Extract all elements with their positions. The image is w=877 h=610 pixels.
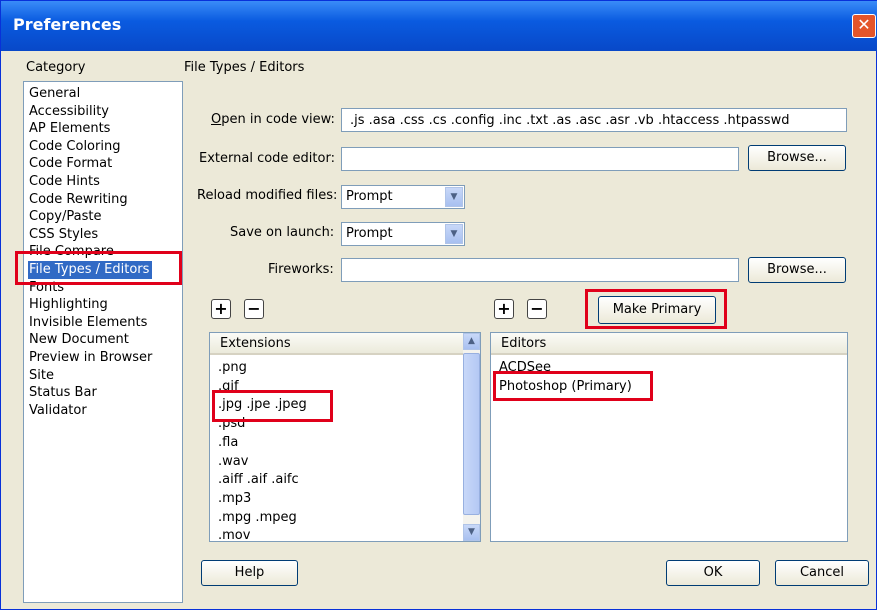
category-item[interactable]: AP Elements bbox=[28, 120, 152, 138]
open-in-code-view-input[interactable]: .js .asa .css .cs .config .inc .txt .as … bbox=[341, 108, 847, 132]
category-item[interactable]: Preview in Browser bbox=[28, 349, 152, 367]
save-select-value: Prompt bbox=[346, 226, 393, 241]
preferences-dialog: Preferences ✕ Category General Accessibil… bbox=[0, 0, 877, 610]
category-item[interactable]: Code Coloring bbox=[28, 138, 152, 156]
help-button[interactable]: Help bbox=[201, 560, 298, 586]
category-list[interactable]: General Accessibility AP Elements Code Colo… bbox=[23, 81, 183, 603]
extension-item[interactable]: .mov bbox=[218, 527, 250, 541]
category-item[interactable]: Fonts bbox=[28, 279, 152, 297]
extensions-scrollbar[interactable]: ▲ ▼ bbox=[463, 333, 480, 541]
category-item[interactable]: Code Format bbox=[28, 155, 152, 173]
external-editor-label: External code editor: bbox=[199, 151, 335, 166]
scroll-up-icon[interactable]: ▲ bbox=[463, 333, 480, 350]
ok-button[interactable]: OK bbox=[666, 560, 760, 586]
category-item[interactable]: Highlighting bbox=[28, 296, 152, 314]
category-item[interactable]: Status Bar bbox=[28, 384, 152, 402]
editor-item[interactable]: Photoshop (Primary) bbox=[499, 378, 632, 396]
category-items: General Accessibility AP Elements Code Colo… bbox=[28, 85, 153, 420]
scroll-down-icon[interactable]: ▼ bbox=[463, 524, 480, 541]
editors-header: Editors bbox=[491, 333, 847, 355]
category-item[interactable]: Code Rewriting bbox=[28, 191, 152, 209]
remove-editor-button[interactable]: − bbox=[527, 299, 547, 319]
add-editor-button[interactable]: + bbox=[494, 299, 514, 319]
extensions-list[interactable]: Extensions .png .gif .jpg .jpe .jpeg .psd .f… bbox=[209, 332, 481, 542]
reload-select-value: Prompt bbox=[346, 189, 393, 204]
window-title: Preferences bbox=[13, 15, 122, 34]
scroll-thumb[interactable] bbox=[463, 353, 480, 515]
extension-item[interactable]: .mp3 bbox=[218, 490, 251, 508]
reload-select[interactable]: Prompt ▼ bbox=[341, 185, 465, 209]
category-item[interactable]: Code Hints bbox=[28, 173, 152, 191]
category-item[interactable]: Accessibility bbox=[28, 103, 152, 121]
extension-item[interactable]: .jpg .jpe .jpeg bbox=[218, 396, 307, 414]
chevron-down-icon[interactable]: ▼ bbox=[445, 224, 463, 244]
extension-item[interactable]: .gif bbox=[218, 378, 239, 396]
extension-item[interactable]: .fla bbox=[218, 434, 238, 452]
save-on-launch-label: Save on launch: bbox=[230, 225, 335, 240]
category-item[interactable]: CSS Styles bbox=[28, 226, 152, 244]
extension-item[interactable]: .aiff .aif .aifc bbox=[218, 471, 299, 489]
extension-item[interactable]: .psd bbox=[218, 415, 245, 433]
extensions-header: Extensions bbox=[210, 333, 463, 355]
chevron-down-icon[interactable]: ▼ bbox=[445, 187, 463, 207]
fireworks-input[interactable] bbox=[341, 258, 739, 282]
category-label: Category bbox=[26, 60, 86, 75]
category-item[interactable]: File Compare bbox=[28, 243, 152, 261]
make-primary-button[interactable]: Make Primary bbox=[598, 296, 716, 324]
cancel-button[interactable]: Cancel bbox=[775, 560, 869, 586]
category-item[interactable]: Invisible Elements bbox=[28, 314, 152, 332]
category-item[interactable]: General bbox=[28, 85, 152, 103]
reload-label: Reload modified files: bbox=[197, 188, 338, 203]
category-item[interactable]: File Types / Editors bbox=[28, 260, 153, 279]
extension-item[interactable]: .png bbox=[218, 359, 247, 377]
panel-title: File Types / Editors bbox=[184, 60, 305, 75]
close-button[interactable]: ✕ bbox=[852, 14, 876, 38]
fireworks-label: Fireworks: bbox=[268, 262, 334, 277]
save-on-launch-select[interactable]: Prompt ▼ bbox=[341, 222, 465, 246]
open-in-code-view-label-text: pen in code view: bbox=[221, 112, 335, 127]
category-item[interactable]: Validator bbox=[28, 402, 152, 420]
category-item[interactable]: Copy/Paste bbox=[28, 208, 152, 226]
browse-button-fireworks[interactable]: Browse... bbox=[748, 257, 846, 283]
open-in-code-view-label: Open in code view: bbox=[211, 112, 335, 127]
browse-button-external[interactable]: Browse... bbox=[748, 145, 846, 171]
editor-item[interactable]: ACDSee bbox=[499, 359, 551, 377]
category-item[interactable]: New Document bbox=[28, 331, 152, 349]
title-bar: Preferences ✕ bbox=[1, 1, 877, 51]
editors-list[interactable]: Editors ACDSee Photoshop (Primary) bbox=[490, 332, 848, 542]
category-item[interactable]: Site bbox=[28, 367, 152, 385]
add-extension-button[interactable]: + bbox=[211, 299, 231, 319]
remove-extension-button[interactable]: − bbox=[244, 299, 264, 319]
extension-item[interactable]: .wav bbox=[218, 453, 248, 471]
extension-item[interactable]: .mpg .mpeg bbox=[218, 509, 297, 527]
external-editor-input[interactable] bbox=[341, 147, 739, 171]
